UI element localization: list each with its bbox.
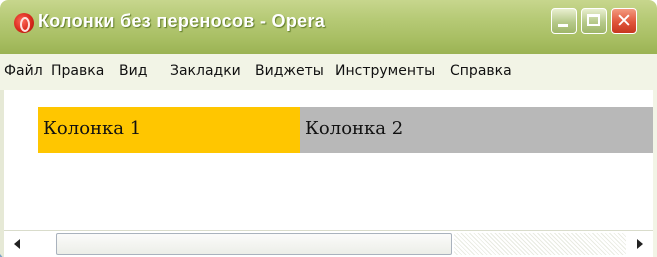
scroll-right-button[interactable] bbox=[628, 233, 650, 255]
minimize-button[interactable] bbox=[551, 8, 577, 34]
column-1-label: Колонка 1 bbox=[43, 118, 142, 139]
scroll-left-button[interactable] bbox=[7, 233, 29, 255]
window-title: Колонки без переносов - Opera bbox=[38, 11, 326, 31]
minimize-icon bbox=[558, 24, 568, 27]
scroll-left-arrow-icon bbox=[14, 239, 20, 249]
close-button[interactable]: ✕ bbox=[611, 8, 637, 34]
menu-bar: Файл Правка Вид Закладки Виджеты Инструм… bbox=[4, 54, 653, 90]
menu-item-tools[interactable]: Инструменты bbox=[335, 63, 435, 79]
close-icon: ✕ bbox=[616, 10, 632, 32]
page-content: Колонка 1 Колонка 2 bbox=[4, 90, 653, 230]
scrollbar-track[interactable] bbox=[454, 233, 626, 255]
menu-item-bookmarks[interactable]: Закладки bbox=[170, 63, 241, 79]
menu-item-widgets[interactable]: Виджеты bbox=[255, 63, 324, 79]
maximize-icon bbox=[587, 14, 600, 26]
maximize-button[interactable] bbox=[581, 8, 607, 34]
column-2: Колонка 2 bbox=[300, 107, 653, 153]
column-2-label: Колонка 2 bbox=[305, 118, 404, 139]
browser-window: Колонки без переносов - Opera ✕ Файл Пра… bbox=[0, 0, 657, 257]
column-1: Колонка 1 bbox=[38, 107, 300, 153]
menu-item-file[interactable]: Файл bbox=[4, 63, 43, 79]
scroll-right-arrow-icon bbox=[637, 239, 643, 249]
title-bar[interactable]: Колонки без переносов - Opera ✕ bbox=[0, 0, 657, 54]
menu-item-edit[interactable]: Правка bbox=[51, 63, 104, 79]
opera-logo-icon bbox=[14, 13, 34, 33]
horizontal-scrollbar[interactable] bbox=[4, 230, 653, 257]
scrollbar-thumb[interactable] bbox=[56, 233, 452, 255]
menu-item-help[interactable]: Справка bbox=[450, 63, 512, 79]
menu-item-view[interactable]: Вид bbox=[119, 63, 147, 79]
